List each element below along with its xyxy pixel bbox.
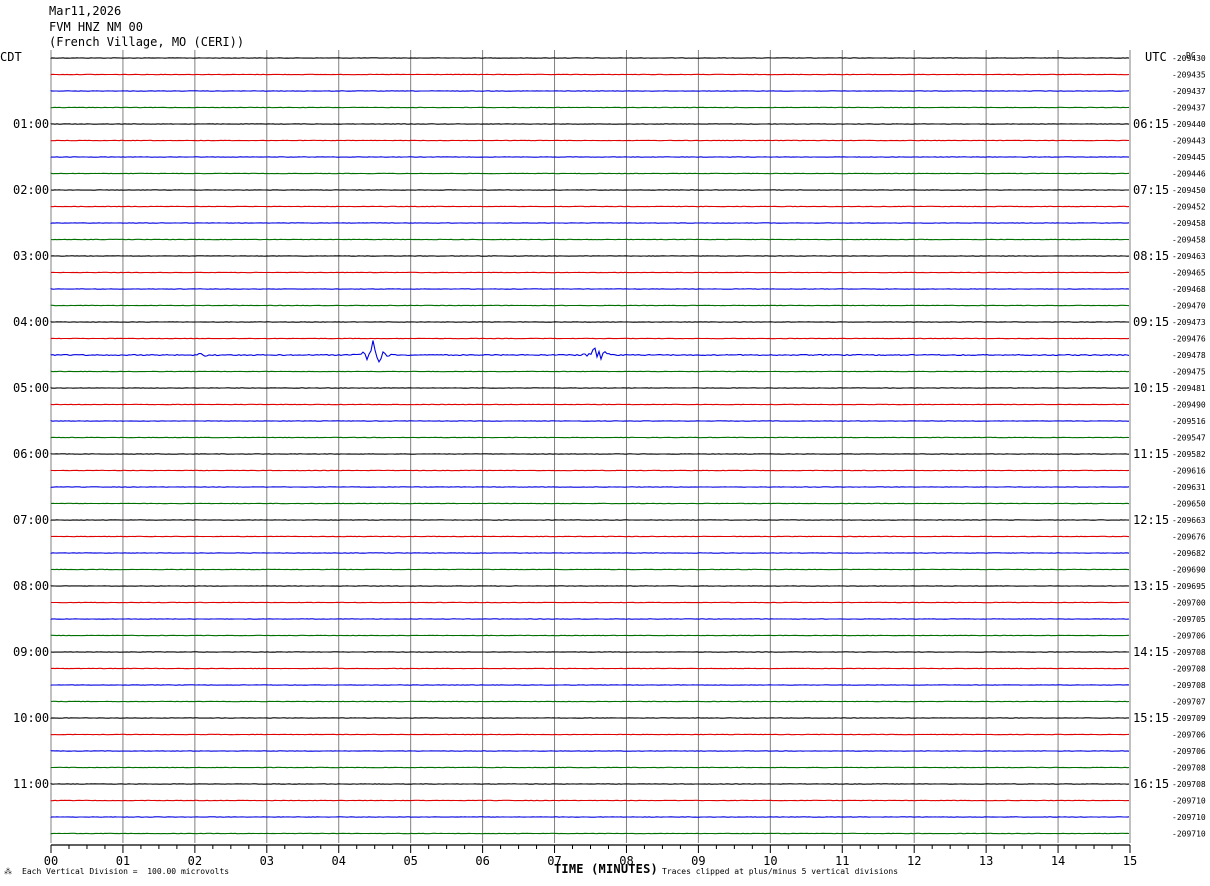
right-hour-label: 14:15 (1133, 645, 1169, 659)
time-tick-label: 09 (691, 854, 705, 868)
left-hour-label: 01:00 (13, 117, 49, 131)
dc-offset-label: -209706 (1172, 632, 1206, 641)
dc-offset-label: -209443 (1172, 137, 1206, 146)
right-hour-label: 08:15 (1133, 249, 1169, 263)
dc-offset-label: -209458 (1172, 236, 1206, 245)
dc-offset-label: -209452 (1172, 203, 1206, 212)
clip-note: Traces clipped at plus/minus 5 vertical … (662, 867, 899, 876)
right-hour-label: 15:15 (1133, 711, 1169, 725)
left-hour-label: 06:00 (13, 447, 49, 461)
time-tick-label: 11 (835, 854, 849, 868)
right-hour-label: 10:15 (1133, 381, 1169, 395)
dc-offset-label: -209516 (1172, 417, 1206, 426)
dc-offset-label: -209708 (1172, 780, 1206, 789)
dc-offset-label: -209690 (1172, 566, 1206, 575)
dc-offset-label: -209473 (1172, 318, 1206, 327)
dc-offset-label: -209663 (1172, 516, 1206, 525)
dc-offset-label: -209437 (1172, 104, 1206, 113)
time-tick-label: 15 (1123, 854, 1137, 868)
dc-offset-label: -209458 (1172, 219, 1206, 228)
seismic-trace (50, 340, 1130, 364)
scale-note: ⁂ Each Vertical Division = 100.00 microvo… (4, 867, 229, 876)
left-axis-label: CDT (0, 50, 22, 64)
time-tick-label: 12 (907, 854, 921, 868)
dc-offset-label: -209706 (1172, 747, 1206, 756)
left-hour-label: 10:00 (13, 711, 49, 725)
scale-note-text: Each Vertical Division = 100.00 microvol… (22, 867, 230, 876)
dc-offset-label: -209463 (1172, 252, 1206, 261)
right-hour-label: 11:15 (1133, 447, 1169, 461)
left-hour-label: 07:00 (13, 513, 49, 527)
time-tick-label: 01 (116, 854, 130, 868)
time-tick-label: 05 (403, 854, 417, 868)
time-tick-label: 03 (260, 854, 274, 868)
left-hour-label: 03:00 (13, 249, 49, 263)
left-hour-label: 09:00 (13, 645, 49, 659)
right-hour-label: 09:15 (1133, 315, 1169, 329)
dc-offset-label: -209650 (1172, 500, 1206, 509)
dc-offset-label: -209582 (1172, 450, 1206, 459)
dc-offset-label: -209708 (1172, 665, 1206, 674)
left-hour-label: 04:00 (13, 315, 49, 329)
dc-offset-label: -209631 (1172, 483, 1206, 492)
dc-offset-label: -209547 (1172, 434, 1206, 443)
dc-offset-label: -209490 (1172, 401, 1206, 410)
right-hour-label: 16:15 (1133, 777, 1169, 791)
time-tick-label: 04 (332, 854, 346, 868)
dc-offset-label: -209708 (1172, 648, 1206, 657)
dc-label: DC (1186, 51, 1196, 60)
dc-offset-label: -209708 (1172, 764, 1206, 773)
dc-offset-label: -209437 (1172, 87, 1206, 96)
dc-offset-label: -209470 (1172, 302, 1206, 311)
x-axis-label: TIME (MINUTES) (554, 862, 658, 876)
helicorder-plot: -209430-209435-209437-209437-209440-2094… (0, 50, 1206, 868)
dc-offset-label: -209682 (1172, 549, 1206, 558)
dc-offset-label: -209450 (1172, 186, 1206, 195)
left-hour-label: 11:00 (13, 777, 49, 791)
left-hour-label: 08:00 (13, 579, 49, 593)
dc-offset-label: -209465 (1172, 269, 1206, 278)
dc-offset-label: -209676 (1172, 533, 1206, 542)
dc-offset-label: -209616 (1172, 467, 1206, 476)
dc-offset-label: -209468 (1172, 285, 1206, 294)
time-tick-label: 14 (1051, 854, 1065, 868)
dc-offset-label: -209705 (1172, 615, 1206, 624)
left-hour-label: 05:00 (13, 381, 49, 395)
dc-offset-label: -209476 (1172, 335, 1206, 344)
dc-offset-label: -209708 (1172, 681, 1206, 690)
dc-offset-label: -209475 (1172, 368, 1206, 377)
right-hour-label: 12:15 (1133, 513, 1169, 527)
time-tick-label: 13 (979, 854, 993, 868)
right-axis-label: UTC (1145, 50, 1167, 64)
dc-offset-label: -209446 (1172, 170, 1206, 179)
dc-offset-label: -209440 (1172, 120, 1206, 129)
dc-offset-label: -209478 (1172, 351, 1206, 360)
time-tick-label: 10 (763, 854, 777, 868)
right-hour-label: 07:15 (1133, 183, 1169, 197)
dc-offset-label: -209435 (1172, 71, 1206, 80)
time-tick-label: 00 (44, 854, 58, 868)
dc-offset-label: -209710 (1172, 797, 1206, 806)
time-tick-label: 06 (475, 854, 489, 868)
dc-offset-label: -209709 (1172, 714, 1206, 723)
info-symbol: ⁂ (4, 867, 12, 876)
dc-offset-label: -209445 (1172, 153, 1206, 162)
dc-offset-label: -209706 (1172, 731, 1206, 740)
dc-offset-label: -209700 (1172, 599, 1206, 608)
dc-offset-label: -209710 (1172, 830, 1206, 839)
dc-offset-label: -209707 (1172, 698, 1206, 707)
time-tick-label: 02 (188, 854, 202, 868)
right-hour-label: 06:15 (1133, 117, 1169, 131)
left-hour-label: 02:00 (13, 183, 49, 197)
dc-offset-label: -209695 (1172, 582, 1206, 591)
right-hour-label: 13:15 (1133, 579, 1169, 593)
dc-offset-label: -209481 (1172, 384, 1206, 393)
dc-offset-label: -209710 (1172, 813, 1206, 822)
